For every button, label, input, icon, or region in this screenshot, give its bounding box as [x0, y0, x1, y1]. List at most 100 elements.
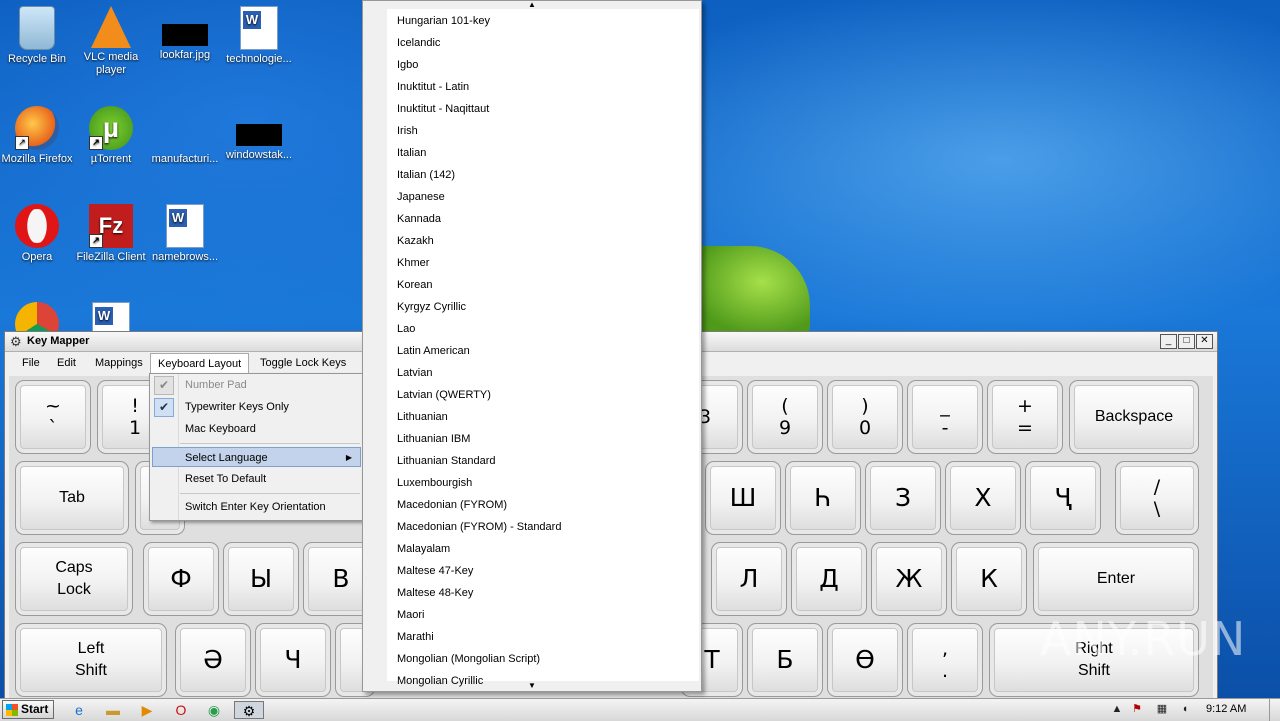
close-button[interactable]: ✕ — [1196, 334, 1213, 349]
key-backspace[interactable]: Backspace — [1069, 380, 1199, 454]
maximize-button[interactable]: □ — [1178, 334, 1195, 349]
language-item[interactable]: Inuktitut - Latin — [387, 76, 699, 98]
menu-item-number-pad[interactable]: ✔ Number Pad — [152, 375, 361, 395]
key-de[interactable]: Д — [791, 542, 867, 616]
language-item[interactable]: Malayalam — [387, 538, 699, 560]
key-hbar[interactable]: Һ — [785, 461, 861, 535]
menu-item-mac-keyboard[interactable]: Mac Keyboard — [152, 419, 361, 439]
desktop-icon-recycle-bin[interactable]: Recycle Bin — [0, 6, 74, 66]
desktop-icon-technologie[interactable]: W technologie... — [222, 6, 296, 66]
language-item[interactable]: Macedonian (FYROM) - Standard — [387, 516, 699, 538]
key-sha[interactable]: Ш — [705, 461, 781, 535]
language-item[interactable]: Italian (142) — [387, 164, 699, 186]
media-player-icon[interactable]: ▶ — [138, 701, 156, 719]
menu-file[interactable]: File — [15, 354, 47, 372]
language-item[interactable]: Khmer — [387, 252, 699, 274]
language-item[interactable]: Marathi — [387, 626, 699, 648]
menu-item-typewriter-keys-only[interactable]: ✔ Typewriter Keys Only — [152, 397, 361, 417]
key-schwa[interactable]: Ә — [175, 623, 251, 697]
key-equals[interactable]: + = — [987, 380, 1063, 454]
language-item[interactable]: Igbo — [387, 54, 699, 76]
language-item[interactable]: Lithuanian IBM — [387, 428, 699, 450]
clock[interactable]: 9:12 AM — [1206, 703, 1246, 715]
language-item[interactable]: Maori — [387, 604, 699, 626]
language-item[interactable]: Lithuanian — [387, 406, 699, 428]
key-el[interactable]: Л — [711, 542, 787, 616]
language-item[interactable]: Luxembourgish — [387, 472, 699, 494]
desktop-icon-utorrent[interactable]: µ ↗ µTorrent — [74, 106, 148, 166]
key-char: . — [941, 660, 949, 682]
key-label: Caps Lock — [55, 559, 93, 598]
language-item[interactable]: Kyrgyz Cyrillic — [387, 296, 699, 318]
desktop-icon-firefox[interactable]: ↗ Mozilla Firefox — [0, 106, 74, 166]
internet-explorer-icon[interactable]: e — [70, 701, 88, 719]
language-item[interactable]: Latvian (QWERTY) — [387, 384, 699, 406]
action-center-icon[interactable]: ⚑ — [1130, 702, 1144, 716]
key-zhe[interactable]: Ж — [871, 542, 947, 616]
key-0[interactable]: ) 0 — [827, 380, 903, 454]
start-button[interactable]: Start — [2, 700, 54, 719]
scroll-down-arrow-icon[interactable]: ▼ — [363, 682, 701, 690]
language-item[interactable]: Japanese — [387, 186, 699, 208]
file-explorer-icon[interactable]: ▬ — [104, 701, 122, 719]
language-item[interactable]: Mongolian (Mongolian Script) — [387, 648, 699, 670]
minimize-button[interactable]: _ — [1160, 334, 1177, 349]
language-item[interactable]: Maltese 48-Key — [387, 582, 699, 604]
desktop-icon-namebrows[interactable]: W namebrows... — [148, 204, 222, 264]
key-ka[interactable]: К — [951, 542, 1027, 616]
key-ze[interactable]: З — [865, 461, 941, 535]
desktop-icon-windowstak[interactable]: windowstak... — [222, 106, 296, 162]
desktop-icon-filezilla[interactable]: Fz ↗ FileZilla Client — [74, 204, 148, 264]
key-tilde[interactable]: ~ ` — [15, 380, 91, 454]
show-desktop-button[interactable] — [1269, 699, 1280, 721]
language-item[interactable]: Latvian — [387, 362, 699, 384]
menu-item-label: Number Pad — [185, 379, 247, 391]
language-item[interactable]: Latin American — [387, 340, 699, 362]
desktop-icon-lookfar[interactable]: lookfar.jpg — [148, 6, 222, 62]
language-item[interactable]: Kannada — [387, 208, 699, 230]
key-mapper-taskbar-button[interactable]: ⚙ — [234, 701, 264, 719]
key-slash[interactable]: / \ — [1115, 461, 1199, 535]
menu-item-reset-to-default[interactable]: Reset To Default — [152, 469, 361, 489]
language-item[interactable]: Italian — [387, 142, 699, 164]
network-icon[interactable]: ▦ — [1155, 702, 1169, 716]
language-item[interactable]: Icelandic — [387, 32, 699, 54]
menu-mappings[interactable]: Mappings — [88, 354, 150, 372]
key-left-shift[interactable]: Left Shift — [15, 623, 167, 697]
key-be[interactable]: Б — [747, 623, 823, 697]
language-item[interactable]: Kazakh — [387, 230, 699, 252]
language-item[interactable]: Macedonian (FYROM) — [387, 494, 699, 516]
key-comma[interactable]: , . — [907, 623, 983, 697]
chrome-icon[interactable]: ◉ — [205, 701, 223, 719]
key-che[interactable]: Ч — [255, 623, 331, 697]
scroll-up-arrow-icon[interactable]: ▲ — [363, 1, 701, 9]
key-yeru[interactable]: Ы — [223, 542, 299, 616]
volume-icon[interactable]: ◖ — [1178, 702, 1192, 716]
language-item[interactable]: Maltese 47-Key — [387, 560, 699, 582]
language-item[interactable]: Lithuanian Standard — [387, 450, 699, 472]
language-item[interactable]: Inuktitut - Naqittaut — [387, 98, 699, 120]
key-enter[interactable]: Enter — [1033, 542, 1199, 616]
key-caps-lock[interactable]: Caps Lock — [15, 542, 133, 616]
key-9[interactable]: ( 9 — [747, 380, 823, 454]
language-item[interactable]: Lao — [387, 318, 699, 340]
desktop-icon-opera[interactable]: Opera — [0, 204, 74, 264]
language-item[interactable]: Hungarian 101-key — [387, 10, 699, 32]
key-tab[interactable]: Tab — [15, 461, 129, 535]
menu-keyboard-layout[interactable]: Keyboard Layout — [150, 353, 250, 374]
key-ha[interactable]: Х — [945, 461, 1021, 535]
tray-expand-icon[interactable]: ▲ — [1110, 702, 1124, 716]
menu-edit[interactable]: Edit — [50, 354, 83, 372]
key-ef[interactable]: Ф — [143, 542, 219, 616]
opera-icon[interactable]: O — [172, 701, 190, 719]
language-item[interactable]: Korean — [387, 274, 699, 296]
language-item[interactable]: Irish — [387, 120, 699, 142]
menu-item-switch-enter-key-orientation[interactable]: Switch Enter Key Orientation — [152, 497, 361, 517]
desktop-icon-manufacturi[interactable]: manufacturi... — [148, 106, 222, 166]
menu-toggle-lock-keys[interactable]: Toggle Lock Keys — [253, 354, 353, 372]
desktop-icon-vlc[interactable]: VLC media player — [74, 6, 148, 77]
key-o-bar[interactable]: Ө — [827, 623, 903, 697]
key-che-descender[interactable]: Ҷ — [1025, 461, 1101, 535]
menu-item-select-language[interactable]: Select Language ▶ — [152, 447, 361, 467]
key-minus[interactable]: _ - — [907, 380, 983, 454]
